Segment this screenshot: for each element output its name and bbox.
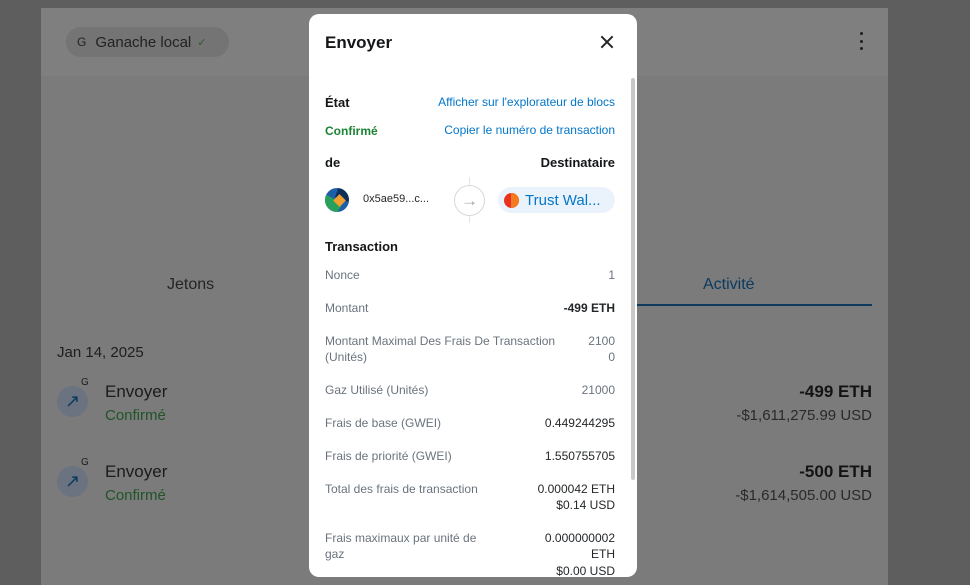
nonce-value: 1 [608,268,615,282]
tab-tokens[interactable]: Jetons [167,276,214,294]
max-fee-value-cont: 0 [608,350,615,364]
max-per-gas-unit: ETH [591,547,615,561]
max-fee-value: 2100 [588,334,615,348]
transaction-section-title: Transaction [325,239,398,254]
modal-title: Envoyer [325,33,393,52]
network-badge: G [81,457,89,468]
gas-used-value: 21000 [581,383,615,397]
priority-fee-value: 1.550755705 [544,449,615,463]
tx-title: Envoyer [105,382,168,401]
tab-activity[interactable]: Activité [703,276,755,294]
tx-fiat-amount: -$1,614,505.00 USD [735,487,872,504]
close-icon[interactable] [599,34,615,50]
total-fee-usd: $0.14 USD [556,498,615,512]
max-per-gas-label-cont: gaz [325,547,345,561]
total-fee-eth: 0.000042 ETH [537,482,615,496]
max-per-gas-value: 0.000000002 [544,531,615,545]
max-per-gas-usd: $0.00 USD [556,564,615,577]
status-label: État [325,95,350,110]
sender-address[interactable]: 0x5ae59...c... [363,193,429,205]
recipient-name: Trust Wal... [525,191,601,209]
max-fee-label-unit: (Unités) [325,350,368,364]
send-arrow-icon: ↗ [57,386,88,417]
network-badge: G [81,377,89,388]
send-arrow-icon: ↗ [57,466,88,497]
max-per-gas-label: Frais maximaux par unité de [325,531,477,545]
amount-label: Montant [325,301,369,315]
from-label: de [325,155,341,170]
nonce-label: Nonce [325,268,360,282]
network-avatar: G [77,35,87,49]
activity-date: Jan 14, 2025 [57,344,144,361]
active-tab-indicator [637,304,872,306]
priority-fee-label: Frais de priorité (GWEI) [325,449,452,463]
tx-title: Envoyer [105,462,168,481]
modal-scrollbar[interactable] [631,78,635,480]
arrow-right-icon: → [454,185,485,216]
network-name: Ganache local [95,33,192,51]
tx-status: Confirmé [105,487,166,504]
max-fee-label: Montant Maximal Des Frais De Transaction [325,334,556,348]
recipient-label: Destinataire [540,155,615,170]
transaction-details-modal: Envoyer État Afficher sur l'explorateur … [309,14,637,577]
gas-used-label: Gaz Utilisé (Unités) [325,383,429,397]
tx-amount: -500 ETH [799,462,872,481]
status-badge: Confirmé [325,124,378,138]
view-on-explorer-link[interactable]: Afficher sur l'explorateur de blocs [438,95,615,109]
recipient-account-pill[interactable]: Trust Wal... [498,187,615,213]
total-fee-label: Total des frais de transaction [325,482,478,496]
base-fee-label: Frais de base (GWEI) [325,416,442,430]
recipient-avatar [504,192,519,208]
base-fee-value: 0.449244295 [544,416,615,430]
more-options-icon[interactable] [858,32,864,50]
sender-avatar [325,188,349,212]
copy-tx-id-link[interactable]: Copier le numéro de transaction [444,123,615,137]
network-selector[interactable]: G Ganache local ✓ [66,27,229,57]
tx-status: Confirmé [105,407,166,424]
chevron-down-icon: ✓ [197,36,207,49]
tx-fiat-amount: -$1,611,275.99 USD [736,407,872,424]
amount-value: -499 ETH [563,301,615,315]
tx-amount: -499 ETH [799,382,872,401]
